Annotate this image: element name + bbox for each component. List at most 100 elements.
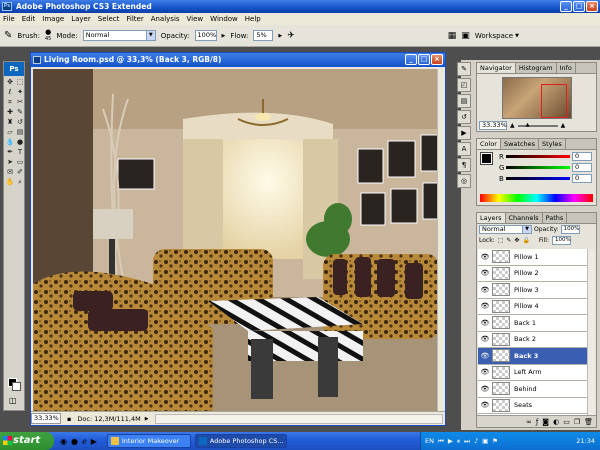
flow-input[interactable]: 5% <box>253 30 274 41</box>
airbrush-icon[interactable]: ✈ <box>287 31 295 41</box>
color-fg-swatch[interactable] <box>480 152 493 165</box>
dodge-tool-icon[interactable]: ● <box>15 138 25 147</box>
brushes-panel-icon[interactable]: ✎ <box>457 62 471 76</box>
menu-filter[interactable]: Filter <box>126 13 143 25</box>
start-button[interactable]: start <box>0 432 54 450</box>
layer-row-pillow-2[interactable]: 👁 Pillow 2 <box>478 265 587 282</box>
paragraph-panel-icon[interactable]: ¶ <box>457 158 471 172</box>
media-play-icon[interactable]: ▶ <box>448 437 453 445</box>
navigator-view-box[interactable] <box>540 84 567 118</box>
visibility-eye-icon[interactable]: 👁 <box>478 253 492 261</box>
doc-maximize-button[interactable]: □ <box>418 54 430 65</box>
volume-icon[interactable]: ♪ <box>474 437 478 445</box>
menu-image[interactable]: Image <box>42 13 64 25</box>
blur-tool-icon[interactable]: 💧 <box>5 138 15 147</box>
doc-minimize-button[interactable]: _ <box>405 54 417 65</box>
layer-row-back-1[interactable]: 👁 Back 1 <box>478 315 587 332</box>
language-indicator[interactable]: EN <box>425 437 434 445</box>
tab-swatches[interactable]: Swatches <box>501 139 540 149</box>
color-spectrum-bar[interactable] <box>480 194 593 202</box>
taskbar-window-interior-makeover[interactable]: Interior Makeover <box>106 434 191 448</box>
crop-tool-icon[interactable]: ⌗ <box>5 98 15 107</box>
quick-mask-icon[interactable]: ◫ <box>9 396 17 405</box>
blue-value-input[interactable]: 0 <box>572 174 592 183</box>
visibility-eye-icon[interactable]: 👁 <box>478 335 492 343</box>
tool-presets-icon[interactable]: ◰ <box>457 78 471 92</box>
visibility-eye-icon[interactable]: 👁 <box>478 368 492 376</box>
visibility-eye-icon[interactable]: 👁 <box>478 401 492 409</box>
lock-pixels-icon[interactable]: ✎ <box>506 237 511 244</box>
layer-row-seats[interactable]: 👁 Seats <box>478 397 587 414</box>
red-value-input[interactable]: 0 <box>572 152 592 161</box>
menu-edit[interactable]: Edit <box>22 13 36 25</box>
blend-mode-dropdown[interactable]: Normal ▼ <box>479 225 532 234</box>
adjustment-layer-icon[interactable]: ◐ <box>553 418 559 426</box>
quicklaunch-media-icon[interactable]: ▶ <box>91 437 97 446</box>
lasso-tool-icon[interactable]: ℓ <box>5 88 15 97</box>
document-canvas[interactable] <box>33 69 437 411</box>
tab-info[interactable]: Info <box>557 63 576 73</box>
layer-row-behind[interactable]: 👁 Behind <box>478 381 587 398</box>
navigator-zoom-field[interactable]: 33.33% <box>479 121 507 130</box>
red-slider[interactable] <box>506 155 570 158</box>
history-brush-tool-icon[interactable]: ↺ <box>15 118 25 127</box>
background-color-swatch[interactable] <box>12 382 21 391</box>
green-value-input[interactable]: 0 <box>572 163 592 172</box>
move-tool-icon[interactable]: ✥ <box>5 78 15 87</box>
lock-position-icon[interactable]: ✥ <box>514 237 519 244</box>
zoom-level-field[interactable]: 33,33% <box>31 413 61 424</box>
eraser-tool-icon[interactable]: ▱ <box>5 128 15 137</box>
new-layer-icon[interactable]: ❐ <box>574 418 580 426</box>
new-group-icon[interactable]: ▭ <box>563 418 570 426</box>
tab-layers[interactable]: Layers <box>477 213 506 223</box>
flow-slider-arrow-icon[interactable]: ▶ <box>278 33 282 39</box>
layer-row-pillow-4[interactable]: 👁 Pillow 4 <box>478 298 587 315</box>
taskbar-window-photoshop[interactable]: Adobe Photoshop CS... <box>194 434 287 448</box>
navigator-preview[interactable] <box>501 77 572 119</box>
history-panel-icon[interactable]: ↺ <box>457 110 471 124</box>
eyedropper-tool-icon[interactable]: ✐ <box>15 168 25 177</box>
visibility-eye-icon[interactable]: 👁 <box>478 286 492 294</box>
opacity-slider-arrow-icon[interactable]: ▶ <box>222 33 226 39</box>
layer-row-pillow-1[interactable]: 👁 Pillow 1 <box>478 249 587 266</box>
clone-source-icon[interactable]: ◎ <box>457 174 471 188</box>
tab-channels[interactable]: Channels <box>506 213 543 223</box>
layer-row-back-2[interactable]: 👁 Back 2 <box>478 331 587 348</box>
link-layers-icon[interactable]: ∞ <box>526 418 532 426</box>
layer-opacity-input[interactable]: 100% <box>560 225 580 234</box>
type-tool-icon[interactable]: T <box>15 148 25 157</box>
green-slider[interactable] <box>506 166 570 169</box>
visibility-eye-icon[interactable]: 👁 <box>478 352 492 360</box>
media-prev-icon[interactable]: ⏮ <box>438 437 444 446</box>
quicklaunch-firefox-icon[interactable]: ◉ <box>60 437 67 446</box>
path-selection-tool-icon[interactable]: ➤ <box>5 158 15 167</box>
fill-input[interactable]: 100% <box>551 236 571 245</box>
blue-slider[interactable] <box>506 177 570 180</box>
close-button[interactable]: × <box>586 1 598 12</box>
minimize-button[interactable]: _ <box>560 1 572 12</box>
actions-panel-icon[interactable]: ▶ <box>457 126 471 140</box>
menu-help[interactable]: Help <box>245 13 261 25</box>
opacity-input[interactable]: 100% <box>194 30 217 41</box>
character-panel-icon[interactable]: A <box>457 142 471 156</box>
zoom-tool-icon[interactable]: ⌕ <box>15 178 25 187</box>
menu-select[interactable]: Select <box>98 13 120 25</box>
brush-preset-picker[interactable]: ● 45 <box>45 28 51 43</box>
shape-tool-icon[interactable]: ▭ <box>15 158 25 167</box>
visibility-eye-icon[interactable]: 👁 <box>478 269 492 277</box>
menu-analysis[interactable]: Analysis <box>151 13 180 25</box>
tab-paths[interactable]: Paths <box>543 213 568 223</box>
layer-comps-icon[interactable]: ▤ <box>457 94 471 108</box>
layer-row-pillow-3[interactable]: 👁 Pillow 3 <box>478 282 587 299</box>
menu-layer[interactable]: Layer <box>71 13 91 25</box>
hand-tool-icon[interactable]: ✋ <box>5 178 15 187</box>
brush-tool-icon[interactable]: ✎ <box>4 30 12 41</box>
quicklaunch-ie-icon[interactable]: ℯ <box>82 437 87 446</box>
mode-dropdown[interactable]: Normal ▼ <box>82 30 156 41</box>
network-icon[interactable]: ▣ <box>482 437 488 445</box>
status-menu-arrow-icon[interactable]: ▶ <box>145 416 149 422</box>
tab-styles[interactable]: Styles <box>539 139 566 149</box>
doc-close-button[interactable]: × <box>431 54 443 65</box>
clone-stamp-tool-icon[interactable]: ♜ <box>5 118 15 127</box>
lock-transparency-icon[interactable]: ⬚ <box>498 237 504 244</box>
